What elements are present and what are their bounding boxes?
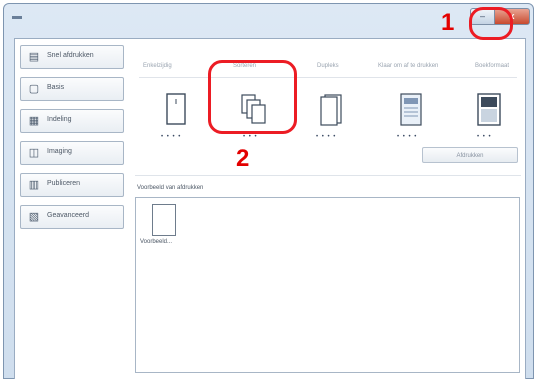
sidebar-item-label: Geavanceerd [47, 212, 90, 219]
profile-indicator: • • • [243, 134, 258, 140]
sidebar-item-basic[interactable]: ▢ Basis [20, 77, 124, 101]
sidebar-item-label: Publiceren [47, 180, 81, 187]
imaging-icon: ◫ [28, 147, 40, 159]
sidebar-item-layout[interactable]: ▦ Indeling [20, 109, 124, 133]
divider [135, 175, 521, 176]
profile-label: Klaar om af te drukken [378, 63, 439, 69]
profile-label: Dupleks [317, 63, 339, 69]
publishing-icon: ▥ [28, 179, 40, 191]
duplex-icon[interactable] [315, 91, 347, 129]
profile-indicator: • • • • [397, 134, 418, 140]
sidebar-item-label: Snel afdrukken [47, 52, 94, 59]
print-button[interactable]: Afdrukken [422, 147, 518, 163]
quick-print-panel: Enkelzijdig Sorteren Dupleks Klaar om af… [135, 49, 521, 375]
preview-title: Voorbeeld van afdrukken [137, 185, 204, 191]
sidebar-item-quick-print[interactable]: ▤ Snel afdrukken [20, 45, 124, 69]
basic-icon: ▢ [28, 83, 40, 95]
sidebar-item-label: Basis [47, 84, 65, 91]
callout-number-1: 1 [441, 9, 455, 36]
sidebar-item-publishing[interactable]: ▥ Publiceren [20, 173, 124, 197]
screenshot: ▬ – x ▤ Snel afdrukken ▢ Basis ▦ Indelin… [0, 0, 539, 379]
callout-ring-minimize [469, 7, 513, 40]
sidebar-item-advanced[interactable]: ▧ Geavanceerd [20, 205, 124, 229]
callout-ring-collate [208, 60, 297, 134]
profile-indicator: • • • • [161, 134, 182, 140]
thumbnail-label: Voorbeeld... [140, 239, 173, 245]
profile-label: Enkelzijdig [143, 63, 172, 69]
print-preview-area: Voorbeeld... [135, 197, 520, 373]
quick-print-icon: ▤ [28, 51, 40, 63]
print-ready-icon[interactable] [395, 91, 427, 129]
advanced-icon: ▧ [28, 211, 40, 223]
app-icon: ▬ [12, 11, 22, 22]
profile-indicator: • • • [477, 134, 492, 140]
callout-number-2: 2 [236, 145, 250, 172]
sidebar-item-imaging[interactable]: ◫ Imaging [20, 141, 124, 165]
sidebar-item-label: Imaging [47, 148, 72, 155]
sidebar-nav: ▤ Snel afdrukken ▢ Basis ▦ Indeling ◫ Im… [20, 45, 124, 237]
layout-icon: ▦ [28, 115, 40, 127]
booklet-icon[interactable] [473, 91, 505, 129]
profile-indicator: • • • • [316, 134, 337, 140]
profile-divider [139, 77, 517, 78]
profile-label: Boekformaat [475, 63, 510, 69]
page-thumbnail[interactable] [152, 204, 176, 236]
sidebar-item-label: Indeling [47, 116, 72, 123]
single-sided-icon[interactable] [160, 91, 192, 129]
